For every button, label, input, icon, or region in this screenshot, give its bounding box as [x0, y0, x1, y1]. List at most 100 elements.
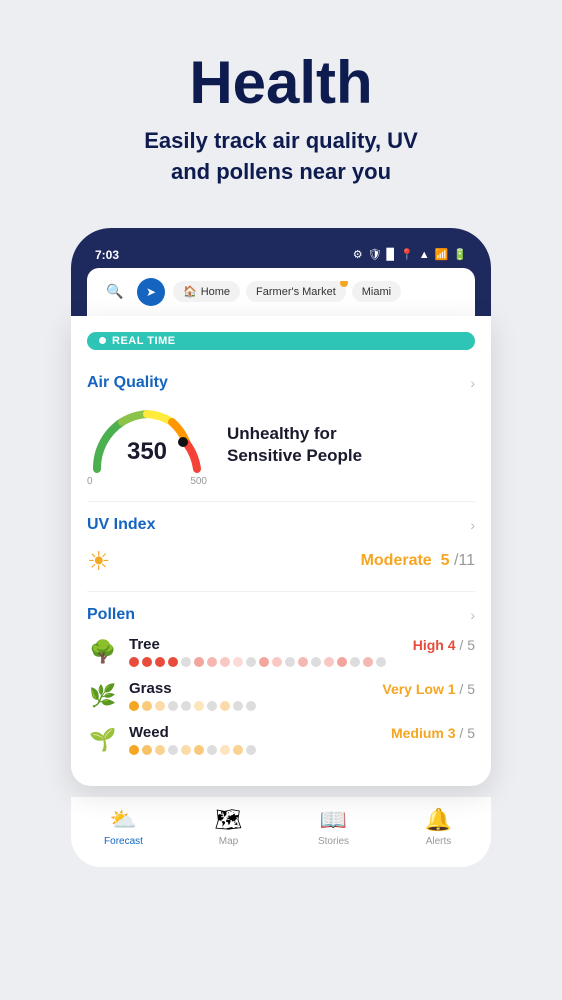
- dot: [207, 657, 217, 667]
- location-tabs: 🏠 Home Farmer's Market Miami: [173, 281, 461, 302]
- tab-home[interactable]: 🏠 Home: [173, 281, 240, 302]
- uv-index-title: UV Index: [87, 516, 155, 534]
- stories-icon: 📖: [320, 807, 347, 833]
- dot-empty: [246, 745, 256, 755]
- weed-icon: 🌱: [87, 724, 119, 756]
- dot: [155, 745, 165, 755]
- sun-icon: ☀: [87, 546, 110, 577]
- pollen-chevron: ›: [470, 607, 475, 623]
- nav-map[interactable]: 🗺 Map: [176, 807, 281, 847]
- dot: [363, 657, 373, 667]
- alerts-icon: 🔔: [425, 807, 452, 833]
- bottom-navigation: ⛅ Forecast 🗺 Map 📖 Stories 🔔 Alerts: [71, 796, 491, 867]
- phone-mockup: 7:03 ⚙ 🛡 ▉ 📍 ▲ 📶 🔋 🔍 ➤ 🏠 Home Fa: [71, 228, 491, 786]
- dot: [129, 745, 139, 755]
- status-time: 7:03: [95, 248, 119, 262]
- air-quality-section[interactable]: Air Quality ›: [87, 360, 475, 502]
- wifi-icon: ▲: [419, 249, 430, 261]
- notification-dot: [340, 281, 348, 287]
- dot: [324, 657, 334, 667]
- alerts-label: Alerts: [426, 836, 452, 847]
- pollen-grass-level: Very Low 1 / 5: [382, 681, 475, 697]
- uv-index-chevron: ›: [470, 517, 475, 533]
- realtime-badge: REAL TIME: [87, 332, 475, 350]
- pollen-weed-top: Weed Medium 3 / 5: [129, 724, 475, 741]
- pollen-item-tree: 🌳 Tree High 4 / 5: [87, 636, 475, 668]
- location-button[interactable]: ➤: [137, 278, 165, 306]
- dot: [155, 657, 165, 667]
- dot-empty: [350, 657, 360, 667]
- shield-icon: 🛡: [368, 248, 382, 261]
- cards-area: REAL TIME Air Quality ›: [71, 316, 491, 786]
- pollen-tree-top: Tree High 4 / 5: [129, 636, 475, 653]
- settings-icon: ⚙: [353, 248, 363, 261]
- dot: [337, 657, 347, 667]
- pollen-items: 🌳 Tree High 4 / 5: [87, 636, 475, 756]
- nav-forecast[interactable]: ⛅ Forecast: [71, 807, 176, 847]
- tab-miami[interactable]: Miami: [352, 281, 401, 302]
- dot-empty: [181, 701, 191, 711]
- location-icon: 📍: [400, 248, 414, 261]
- pollen-item-grass: 🌿 Grass Very Low 1 / 5: [87, 680, 475, 712]
- dot: [142, 657, 152, 667]
- air-quality-title: Air Quality: [87, 374, 168, 392]
- pollen-tree-dots: [129, 657, 475, 667]
- dot: [220, 701, 230, 711]
- uv-index-header: UV Index ›: [87, 516, 475, 534]
- dot-empty: [168, 701, 178, 711]
- gauge-needle: [178, 437, 188, 447]
- pollen-weed-level: Medium 3 / 5: [391, 725, 475, 741]
- pollen-tree-name: Tree: [129, 636, 160, 653]
- dot: [233, 745, 243, 755]
- uv-level: Moderate 5 /11: [361, 552, 475, 569]
- pollen-title: Pollen: [87, 606, 135, 624]
- search-button[interactable]: 🔍: [101, 278, 129, 306]
- pollen-grass-name: Grass: [129, 680, 172, 697]
- pollen-tree-level: High 4 / 5: [413, 637, 475, 653]
- nav-alerts[interactable]: 🔔 Alerts: [386, 807, 491, 847]
- dot-empty: [233, 701, 243, 711]
- dot: [194, 701, 204, 711]
- dot-empty: [181, 657, 191, 667]
- dot-empty: [376, 657, 386, 667]
- gauge-labels: 0 500: [87, 476, 207, 487]
- dot-empty: [168, 745, 178, 755]
- phone-shell: 7:03 ⚙ 🛡 ▉ 📍 ▲ 📶 🔋 🔍 ➤ 🏠 Home Fa: [71, 228, 491, 316]
- pollen-weed-details: Weed Medium 3 / 5: [129, 724, 475, 755]
- dot-empty: [207, 745, 217, 755]
- uv-index-section[interactable]: UV Index › ☀ Moderate 5 /11: [87, 502, 475, 592]
- status-bar: 7:03 ⚙ 🛡 ▉ 📍 ▲ 📶 🔋: [87, 246, 475, 268]
- pollen-weed-name: Weed: [129, 724, 169, 741]
- header-section: Health Easily track air quality, UVand p…: [0, 0, 562, 208]
- dot: [181, 745, 191, 755]
- dot: [194, 657, 204, 667]
- dot: [142, 745, 152, 755]
- dot: [168, 657, 178, 667]
- dot: [272, 657, 282, 667]
- map-label: Map: [219, 836, 238, 847]
- dot-empty: [207, 701, 217, 711]
- page-title: Health: [40, 50, 522, 116]
- location-nav-bar: 🔍 ➤ 🏠 Home Farmer's Market Miami: [87, 268, 475, 316]
- dot: [220, 745, 230, 755]
- dot-empty: [311, 657, 321, 667]
- pollen-grass-details: Grass Very Low 1 / 5: [129, 680, 475, 711]
- status-icons: ⚙ 🛡 ▉ 📍 ▲ 📶 🔋: [353, 248, 467, 261]
- gauge-container: 350 0 500: [87, 404, 207, 487]
- tab-farmers-market[interactable]: Farmer's Market: [246, 281, 346, 302]
- uv-value-container: Moderate 5 /11: [361, 552, 475, 570]
- dot-empty: [285, 657, 295, 667]
- stories-label: Stories: [318, 836, 349, 847]
- nav-stories[interactable]: 📖 Stories: [281, 807, 386, 847]
- forecast-icon: ⛅: [110, 807, 137, 833]
- dot: [220, 657, 230, 667]
- air-quality-chevron: ›: [470, 375, 475, 391]
- pollen-section[interactable]: Pollen › 🌳 Tree High 4 / 5: [87, 592, 475, 770]
- pollen-item-weed: 🌱 Weed Medium 3 / 5: [87, 724, 475, 756]
- dot: [233, 657, 243, 667]
- dot: [129, 657, 139, 667]
- uv-content: ☀ Moderate 5 /11: [87, 546, 475, 577]
- map-icon: 🗺: [215, 807, 243, 833]
- dot-empty: [246, 701, 256, 711]
- dot: [259, 657, 269, 667]
